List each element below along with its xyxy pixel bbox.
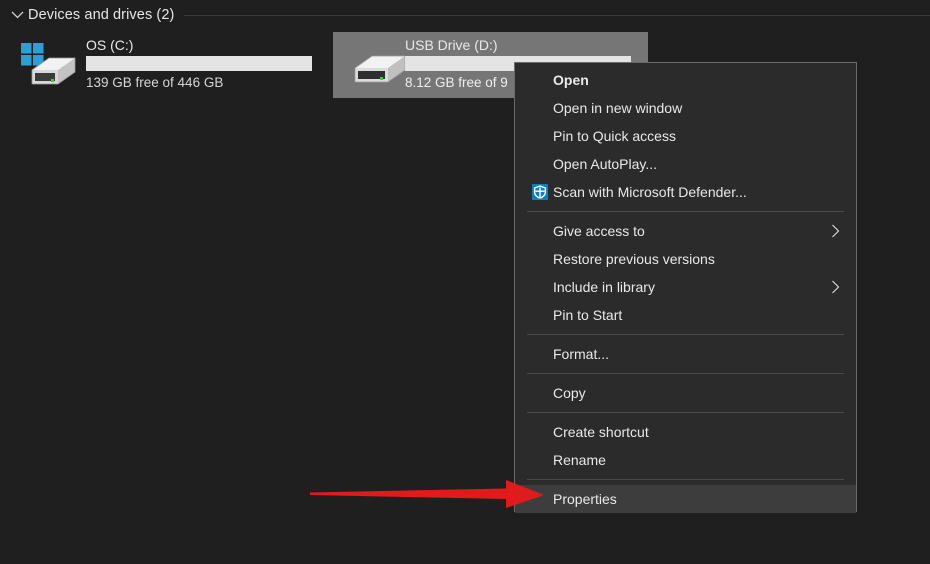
group-divider <box>184 14 930 16</box>
menu-item-icon-slot <box>527 70 553 90</box>
defender-shield-icon <box>527 182 553 202</box>
menu-item-label: Pin to Start <box>553 307 623 323</box>
menu-separator <box>527 334 844 335</box>
menu-item-icon-slot <box>527 221 553 241</box>
menu-item-icon-slot <box>527 154 553 174</box>
capacity-bar-os <box>86 56 312 71</box>
menu-item-create-shortcut[interactable]: Create shortcut <box>515 418 856 446</box>
menu-item-restore-previous-versions[interactable]: Restore previous versions <box>515 245 856 273</box>
menu-separator <box>527 373 844 374</box>
menu-item-copy[interactable]: Copy <box>515 379 856 407</box>
menu-item-rename[interactable]: Rename <box>515 446 856 474</box>
chevron-down-icon[interactable] <box>6 11 28 19</box>
drive-capacity-text-os: 139 GB free of 446 GB <box>86 75 224 90</box>
menu-item-open[interactable]: Open <box>515 66 856 94</box>
devices-group-header[interactable]: Devices and drives (2) <box>0 0 930 30</box>
menu-item-give-access-to[interactable]: Give access to <box>515 217 856 245</box>
menu-item-label: Open in new window <box>553 100 683 116</box>
menu-item-icon-slot <box>527 126 553 146</box>
menu-item-label: Format... <box>553 346 610 362</box>
menu-item-icon-slot <box>527 450 553 470</box>
context-menu[interactable]: Open Open in new window Pin to Quick acces… <box>514 62 857 513</box>
menu-item-label: Restore previous versions <box>553 251 715 267</box>
drive-name-usb: USB Drive (D:) <box>405 37 498 53</box>
menu-item-label: Properties <box>553 491 617 507</box>
defender-shield-icon <box>532 184 548 200</box>
menu-item-label: Give access to <box>553 223 645 239</box>
menu-item-format[interactable]: Format... <box>515 340 856 368</box>
menu-item-icon-slot <box>527 277 553 297</box>
menu-item-label: Rename <box>553 452 606 468</box>
menu-item-icon-slot <box>527 344 553 364</box>
drive-name-os: OS (C:) <box>86 37 134 53</box>
menu-item-label: Create shortcut <box>553 424 649 440</box>
menu-item-label: Copy <box>553 385 586 401</box>
menu-item-label: Scan with Microsoft Defender... <box>553 184 747 200</box>
drive-capacity-text-usb: 8.12 GB free of 9 <box>405 75 508 90</box>
menu-item-open-autoplay[interactable]: Open AutoPlay... <box>515 150 856 178</box>
drive-tile-os-c[interactable]: OS (C:) 139 GB free of 446 GB <box>8 32 320 98</box>
menu-item-label: Open <box>553 72 589 88</box>
menu-item-pin-to-quick-access[interactable]: Pin to Quick access <box>515 122 856 150</box>
menu-item-icon-slot <box>527 98 553 118</box>
usb-drive-icon <box>351 48 411 90</box>
menu-separator <box>527 412 844 413</box>
menu-separator <box>527 479 844 480</box>
menu-item-icon-slot <box>527 305 553 325</box>
group-title: Devices and drives (2) <box>28 7 175 23</box>
menu-item-scan-with-microsoft-defender[interactable]: Scan with Microsoft Defender... <box>515 178 856 206</box>
chevron-right-icon <box>831 280 840 294</box>
hard-drive-windows-icon <box>18 40 78 90</box>
menu-item-include-in-library[interactable]: Include in library <box>515 273 856 301</box>
menu-item-icon-slot <box>527 489 553 509</box>
menu-item-label: Open AutoPlay... <box>553 156 658 172</box>
menu-item-icon-slot <box>527 249 553 269</box>
menu-item-label: Include in library <box>553 279 655 295</box>
menu-item-label: Pin to Quick access <box>553 128 676 144</box>
menu-item-icon-slot <box>527 422 553 442</box>
chevron-right-icon <box>831 224 840 238</box>
menu-separator <box>527 211 844 212</box>
menu-item-open-in-new-window[interactable]: Open in new window <box>515 94 856 122</box>
red-arrow-pointing-right <box>308 476 548 514</box>
menu-item-icon-slot <box>527 383 553 403</box>
menu-item-properties[interactable]: Properties <box>515 485 856 513</box>
menu-item-pin-to-start[interactable]: Pin to Start <box>515 301 856 329</box>
